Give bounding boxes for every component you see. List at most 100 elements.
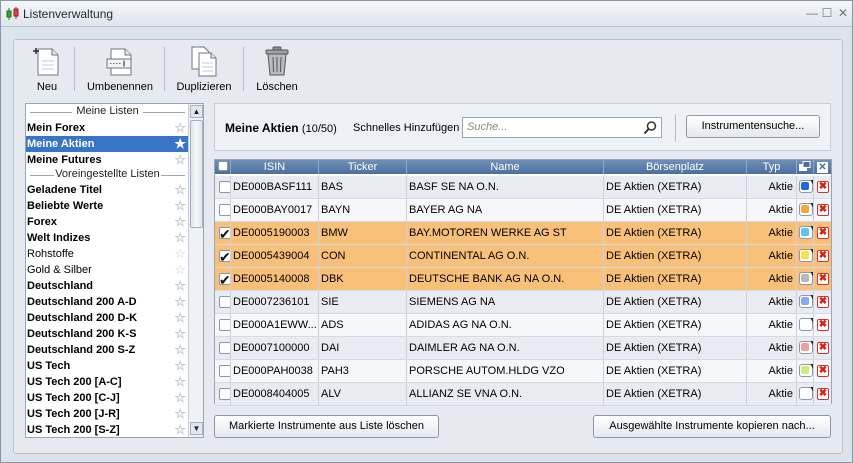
list-item[interactable]: Rohstoffe ☆ — [26, 246, 189, 262]
search-icon[interactable] — [643, 120, 658, 135]
maximize-button[interactable]: ☐ — [821, 6, 833, 20]
table-row[interactable]: DE000PAH0038 PAH3 PORSCHE AUTOM.HLDG VZO… — [215, 360, 831, 383]
color-picker-button[interactable]: ▼ — [799, 248, 813, 262]
column-header-isin[interactable]: ISIN — [231, 160, 319, 174]
list-item[interactable]: Deutschland 200 A-D ☆ — [26, 294, 189, 310]
list-item[interactable]: Forex ☆ — [26, 214, 189, 230]
delete-cell[interactable]: ✖ — [814, 268, 831, 290]
delete-cell[interactable]: ✖ — [814, 383, 831, 405]
table-row[interactable]: ✔ DE0005439004 CON CONTINENTAL AG O.N. D… — [215, 245, 831, 268]
star-icon[interactable]: ☆ — [174, 406, 186, 422]
delete-cell[interactable]: ✖ — [814, 199, 831, 221]
color-picker-button[interactable]: ▼ — [799, 294, 813, 308]
new-list-button[interactable]: Neu — [27, 45, 67, 97]
delete-row-icon[interactable]: ✖ — [817, 250, 829, 262]
star-icon[interactable]: ☆ — [174, 310, 186, 326]
delete-row-icon[interactable]: ✖ — [817, 342, 829, 354]
column-header-type[interactable]: Typ — [747, 160, 797, 174]
delete-row-icon[interactable]: ✖ — [817, 227, 829, 239]
scroll-up-icon[interactable]: ▲ — [190, 105, 203, 118]
row-checkbox[interactable] — [219, 181, 230, 193]
row-select-cell[interactable] — [215, 314, 231, 336]
list-item[interactable]: Meine Futures ☆ — [26, 152, 189, 168]
star-icon[interactable]: ☆ — [174, 294, 186, 310]
table-row[interactable]: ✔ DE0005140008 DBK DEUTSCHE BANK AG NA O… — [215, 268, 831, 291]
list-item[interactable]: Gold & Silber ☆ — [26, 262, 189, 278]
star-icon[interactable]: ☆ — [174, 214, 186, 230]
color-picker-button[interactable]: ▼ — [799, 386, 813, 400]
delete-row-icon[interactable]: ✖ — [817, 204, 829, 216]
row-checkbox[interactable]: ✔ — [219, 249, 230, 265]
star-icon[interactable]: ☆ — [174, 198, 186, 214]
copy-selected-instruments-button[interactable]: Ausgewählte Instrumente kopieren nach... — [593, 415, 831, 438]
delete-row-icon[interactable]: ✖ — [817, 365, 829, 377]
delete-cell[interactable]: ✖ — [814, 360, 831, 382]
row-checkbox[interactable] — [219, 319, 230, 331]
color-cell[interactable]: ▼ — [797, 383, 814, 405]
select-all-checkbox[interactable] — [218, 161, 228, 171]
color-picker-button[interactable]: ▼ — [799, 179, 813, 193]
delete-cell[interactable]: ✖ — [814, 337, 831, 359]
column-header-name[interactable]: Name — [407, 160, 604, 174]
delete-list-button[interactable]: Löschen — [253, 45, 301, 97]
list-item[interactable]: Meine Aktien ★ — [26, 136, 189, 152]
color-picker-button[interactable]: ▼ — [799, 271, 813, 285]
star-icon[interactable]: ☆ — [174, 120, 186, 136]
list-item[interactable]: US Tech 200 [A-C] ☆ — [26, 374, 189, 390]
row-select-cell[interactable] — [215, 291, 231, 313]
list-item[interactable]: US Tech 200 [S-Z] ☆ — [26, 422, 189, 437]
row-select-cell[interactable] — [215, 383, 231, 405]
color-cell[interactable]: ▼ — [797, 245, 814, 267]
delete-cell[interactable]: ✖ — [814, 222, 831, 244]
row-checkbox[interactable]: ✔ — [219, 226, 230, 242]
color-cell[interactable]: ▼ — [797, 222, 814, 244]
star-icon[interactable]: ☆ — [174, 152, 186, 168]
list-item[interactable]: Deutschland ☆ — [26, 278, 189, 294]
star-icon[interactable]: ☆ — [174, 182, 186, 198]
table-row[interactable]: DE000A1EWW... ADS ADIDAS AG NA O.N. DE A… — [215, 314, 831, 337]
color-cell[interactable]: ▼ — [797, 360, 814, 382]
row-select-cell[interactable]: ✔ — [215, 222, 231, 244]
star-icon[interactable]: ☆ — [174, 246, 186, 262]
delete-cell[interactable]: ✖ — [814, 245, 831, 267]
delete-row-icon[interactable]: ✖ — [817, 388, 829, 400]
row-checkbox[interactable] — [219, 296, 230, 308]
duplicate-list-button[interactable]: Duplizieren — [173, 45, 235, 97]
list-item[interactable]: Geladene Titel ☆ — [26, 182, 189, 198]
title-bar[interactable]: Listenverwaltung — ☐ ✕ — [1, 1, 852, 27]
row-checkbox[interactable] — [219, 204, 230, 216]
star-icon[interactable]: ☆ — [174, 326, 186, 342]
column-header-exchange[interactable]: Börsenplatz — [604, 160, 747, 174]
row-checkbox[interactable] — [219, 388, 230, 400]
column-header-delete[interactable]: ✕ — [814, 160, 831, 174]
list-item[interactable]: Deutschland 200 K-S ☆ — [26, 326, 189, 342]
table-row[interactable]: DE000BASF111 BAS BASF SE NA O.N. DE Akti… — [215, 176, 831, 199]
instrument-search-button[interactable]: Instrumentensuche... — [686, 115, 820, 138]
rename-list-button[interactable]: Umbenennen — [84, 45, 156, 97]
delete-row-icon[interactable]: ✖ — [817, 296, 829, 308]
delete-cell[interactable]: ✖ — [814, 291, 831, 313]
color-picker-button[interactable]: ▼ — [799, 225, 813, 239]
row-select-cell[interactable] — [215, 176, 231, 198]
delete-row-icon[interactable]: ✖ — [817, 181, 829, 193]
delete-cell[interactable]: ✖ — [814, 314, 831, 336]
color-cell[interactable]: ▼ — [797, 268, 814, 290]
row-checkbox[interactable] — [219, 365, 230, 377]
color-picker-button[interactable]: ▼ — [799, 202, 813, 216]
color-picker-button[interactable]: ▼ — [799, 317, 813, 331]
row-checkbox[interactable]: ✔ — [219, 272, 230, 288]
watchlist-list[interactable]: Meine Listen Mein Forex ☆ Meine Aktien ★ M… — [25, 103, 204, 438]
star-icon[interactable]: ☆ — [174, 262, 186, 278]
star-icon[interactable]: ☆ — [174, 374, 186, 390]
column-header-ticker[interactable]: Ticker — [319, 160, 407, 174]
list-scrollbar[interactable]: ▲ ▼ — [188, 104, 203, 437]
color-picker-button[interactable]: ▼ — [799, 363, 813, 377]
row-checkbox[interactable] — [219, 342, 230, 354]
delete-marked-instruments-button[interactable]: Markierte Instrumente aus Liste löschen — [214, 415, 439, 438]
star-icon[interactable]: ☆ — [174, 278, 186, 294]
star-icon[interactable]: ☆ — [174, 422, 186, 437]
row-select-cell[interactable]: ✔ — [215, 268, 231, 290]
star-icon[interactable]: ☆ — [174, 342, 186, 358]
list-item[interactable]: Mein Forex ☆ — [26, 120, 189, 136]
row-select-cell[interactable] — [215, 360, 231, 382]
